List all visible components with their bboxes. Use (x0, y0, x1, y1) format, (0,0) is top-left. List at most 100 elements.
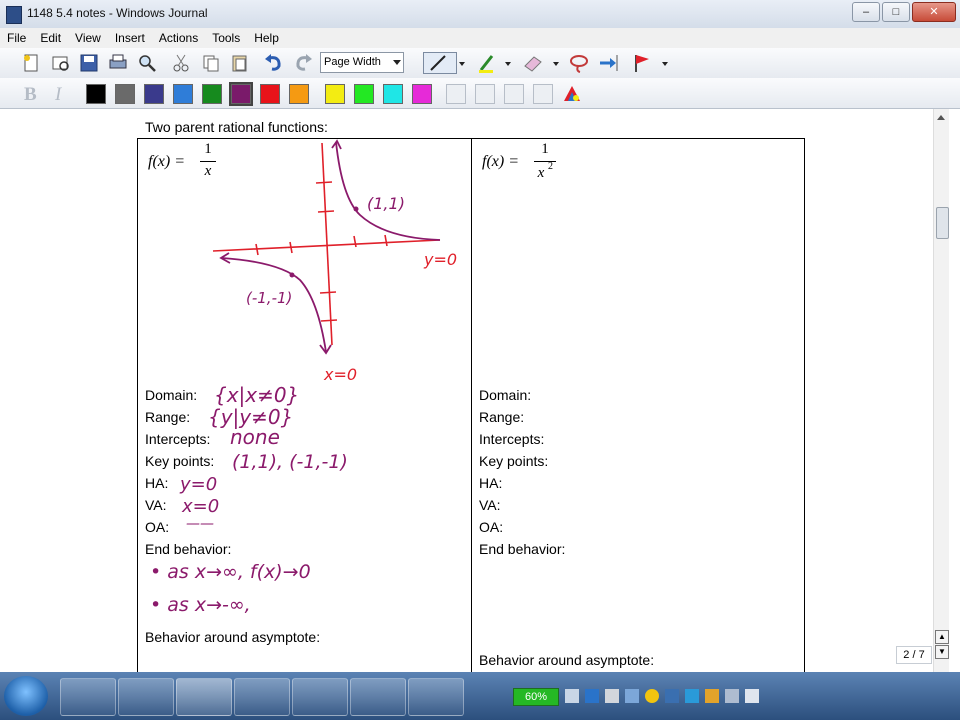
color-swatch-purple-selected[interactable] (229, 82, 253, 106)
start-button[interactable] (4, 676, 48, 716)
tray-icon[interactable] (565, 689, 579, 703)
menu-help[interactable]: Help (247, 28, 286, 48)
taskbar-app-icon[interactable] (350, 678, 406, 716)
tray-icon[interactable] (625, 689, 639, 703)
tray-icon[interactable] (705, 689, 719, 703)
left-formula-denominator: x (204, 163, 212, 179)
custom-color-slot[interactable] (533, 84, 553, 104)
left-ha-label: HA: (145, 475, 169, 491)
color-swatch-red[interactable] (260, 84, 280, 104)
menu-insert[interactable]: Insert (108, 28, 152, 48)
eraser-dropdown-icon[interactable] (551, 52, 561, 74)
menu-view[interactable]: View (68, 28, 108, 48)
custom-color-slot[interactable] (446, 84, 466, 104)
flag-dropdown-icon[interactable] (660, 52, 670, 74)
left-key-points-label: Key points: (145, 453, 215, 469)
menu-file[interactable]: File (0, 28, 33, 48)
right-range-label: Range: (479, 409, 525, 425)
page-indicator: 2 / 7 (896, 646, 932, 664)
undo-icon[interactable] (263, 52, 285, 74)
next-page-icon[interactable]: ▼ (935, 645, 949, 659)
left-intercepts-label: Intercepts: (145, 431, 211, 447)
right-oa-label: OA: (479, 519, 504, 535)
left-formula-numerator: 1 (204, 141, 212, 157)
color-picker-icon[interactable] (561, 83, 583, 105)
journal-app-icon[interactable] (6, 6, 22, 24)
right-va-label: VA: (479, 497, 501, 513)
highlighter-dropdown-icon[interactable] (503, 52, 513, 74)
tray-icon[interactable] (605, 689, 619, 703)
color-swatch-magenta[interactable] (412, 84, 432, 104)
taskbar-journal-icon[interactable] (176, 678, 232, 716)
volume-icon[interactable] (745, 689, 759, 703)
vertical-scrollbar[interactable] (933, 109, 949, 673)
tray-icon[interactable] (685, 689, 699, 703)
bluetooth-icon[interactable] (665, 689, 679, 703)
scroll-thumb[interactable] (936, 207, 949, 239)
left-oa-label: OA: (145, 519, 170, 535)
tray-icon[interactable] (585, 689, 599, 703)
menu-edit[interactable]: Edit (33, 28, 68, 48)
pen-dropdown-icon[interactable] (457, 52, 467, 74)
bold-icon[interactable]: B (20, 82, 42, 104)
taskbar-explorer-icon[interactable] (60, 678, 116, 716)
italic-icon[interactable]: I (49, 82, 71, 104)
copy-icon[interactable] (200, 52, 222, 74)
color-swatch-lime[interactable] (354, 84, 374, 104)
lasso-icon[interactable] (568, 52, 590, 74)
custom-color-slot[interactable] (504, 84, 524, 104)
custom-color-slot[interactable] (475, 84, 495, 104)
taskbar-firefox-icon[interactable] (234, 678, 290, 716)
left-fraction-bar (200, 161, 216, 162)
eraser-icon[interactable] (522, 52, 544, 74)
insert-space-icon[interactable] (597, 52, 619, 74)
taskbar-ie-icon[interactable] (118, 678, 174, 716)
right-domain-label: Domain: (479, 387, 532, 403)
redo-icon[interactable] (292, 52, 314, 74)
left-domain-label: Domain: (145, 387, 198, 403)
color-swatch-blue[interactable] (173, 84, 193, 104)
close-button[interactable]: ✕ (912, 2, 956, 22)
right-key-points-label: Key points: (479, 453, 549, 469)
paste-icon[interactable] (229, 52, 251, 74)
color-swatch-gray[interactable] (115, 84, 135, 104)
right-formula-lhs: f(x) = (482, 153, 519, 170)
previous-page-icon[interactable]: ▲ (935, 630, 949, 644)
comparison-table: f(x) = 1 x f(x) = 1 x 2 Domain: Range: I… (137, 138, 805, 688)
system-tray: 60% (513, 686, 759, 708)
color-swatch-cyan[interactable] (383, 84, 403, 104)
standard-toolbar (0, 48, 960, 79)
left-asymptote-behavior-label: Behavior around asymptote: (145, 629, 321, 645)
search-icon[interactable] (136, 52, 158, 74)
zoom-select[interactable]: Page Width (320, 52, 404, 73)
chevron-down-icon (393, 60, 401, 65)
menu-actions[interactable]: Actions (152, 28, 205, 48)
taskbar-recorder-icon[interactable] (408, 678, 464, 716)
taskbar-app-icon[interactable] (292, 678, 348, 716)
window-title: 1148 5.4 notes - Windows Journal (27, 6, 208, 20)
scroll-up-icon[interactable] (937, 115, 945, 120)
cut-icon[interactable] (170, 52, 192, 74)
color-swatch-green[interactable] (202, 84, 222, 104)
save-icon[interactable] (78, 52, 100, 74)
tray-icon[interactable] (645, 689, 659, 703)
highlighter-icon[interactable] (476, 52, 498, 74)
color-swatch-yellow[interactable] (325, 84, 345, 104)
maximize-button[interactable]: □ (882, 2, 910, 22)
signal-icon[interactable] (725, 689, 739, 703)
battery-indicator[interactable]: 60% (513, 688, 559, 706)
left-va-label: VA: (145, 497, 167, 513)
right-formula-numerator: 1 (541, 141, 549, 157)
color-swatch-orange[interactable] (289, 84, 309, 104)
right-formula-exponent: 2 (548, 161, 553, 172)
color-swatch-navy[interactable] (144, 84, 164, 104)
flag-icon[interactable] (631, 52, 653, 74)
pen-tool-icon[interactable] (423, 52, 457, 74)
color-swatch-black[interactable] (86, 84, 106, 104)
new-note-icon[interactable] (20, 52, 42, 74)
left-range-label: Range: (145, 409, 191, 425)
print-icon[interactable] (107, 52, 129, 74)
menu-tools[interactable]: Tools (205, 28, 247, 48)
minimize-button[interactable]: – (852, 2, 880, 22)
open-note-icon[interactable] (49, 52, 71, 74)
